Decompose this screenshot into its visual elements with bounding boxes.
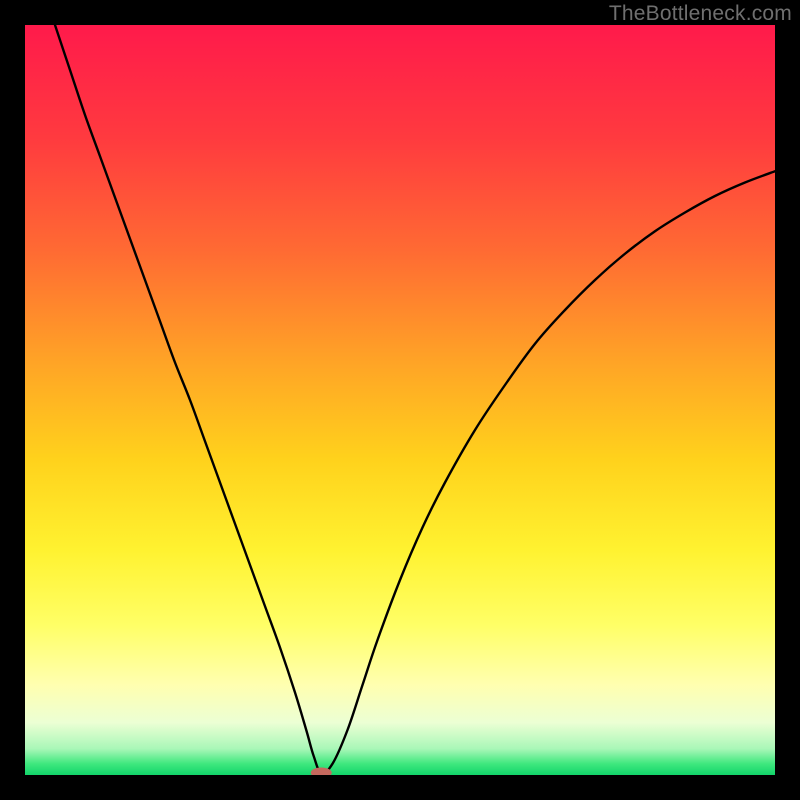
plot-area bbox=[25, 25, 775, 775]
watermark-text: TheBottleneck.com bbox=[609, 2, 792, 26]
gradient-background bbox=[25, 25, 775, 775]
chart-frame: TheBottleneck.com bbox=[0, 0, 800, 800]
chart-svg bbox=[25, 25, 775, 775]
